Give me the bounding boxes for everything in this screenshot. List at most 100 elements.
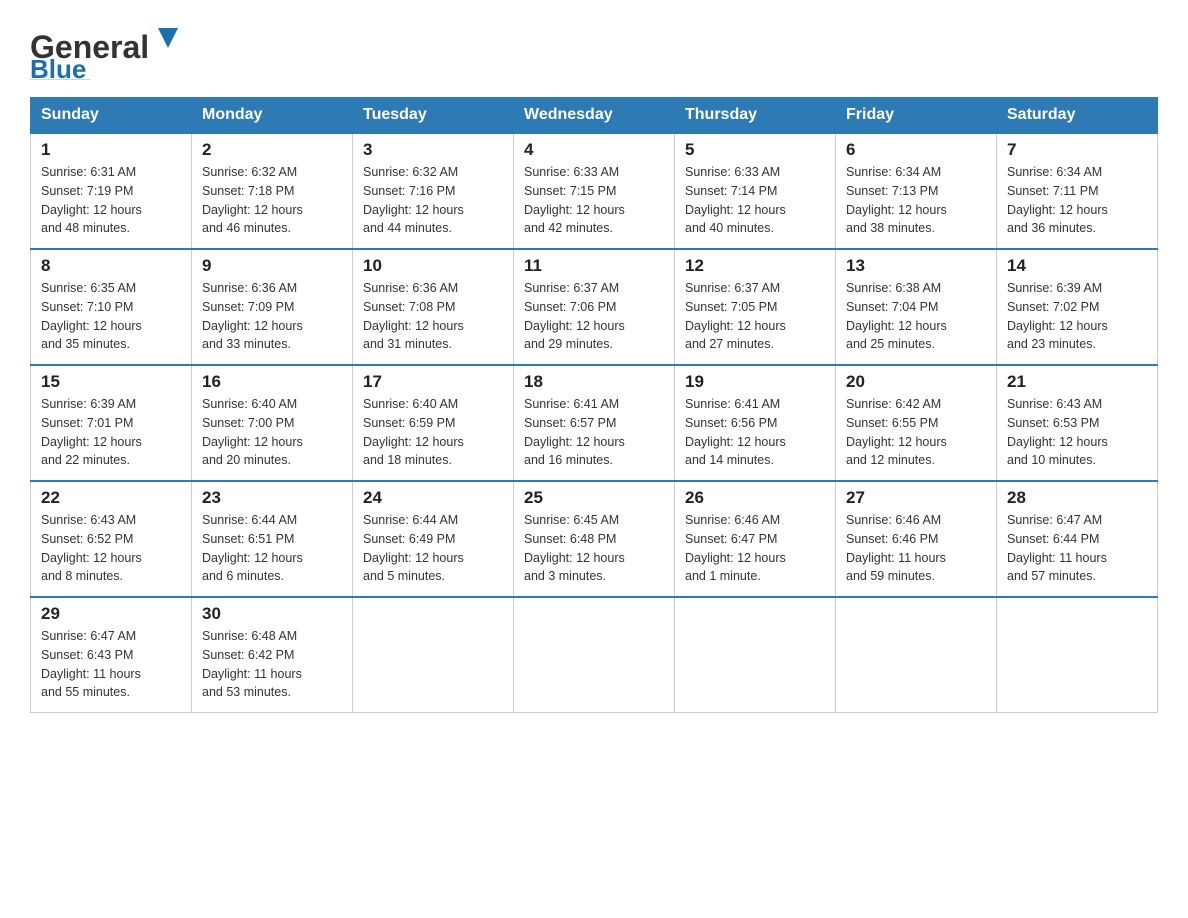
weekday-header-friday: Friday: [836, 98, 997, 134]
calendar-cell: 9 Sunrise: 6:36 AMSunset: 7:09 PMDaylight…: [192, 249, 353, 365]
calendar-cell: 11 Sunrise: 6:37 AMSunset: 7:06 PMDayligh…: [514, 249, 675, 365]
day-number: 29: [41, 604, 181, 624]
day-info: Sunrise: 6:35 AMSunset: 7:10 PMDaylight:…: [41, 279, 181, 354]
calendar-cell: 23 Sunrise: 6:44 AMSunset: 6:51 PMDayligh…: [192, 481, 353, 597]
day-info: Sunrise: 6:31 AMSunset: 7:19 PMDaylight:…: [41, 163, 181, 238]
calendar-cell: [675, 597, 836, 713]
calendar-cell: 8 Sunrise: 6:35 AMSunset: 7:10 PMDaylight…: [31, 249, 192, 365]
day-info: Sunrise: 6:40 AMSunset: 7:00 PMDaylight:…: [202, 395, 342, 470]
calendar-cell: 18 Sunrise: 6:41 AMSunset: 6:57 PMDayligh…: [514, 365, 675, 481]
logo: General Blue: [30, 20, 190, 87]
day-number: 11: [524, 256, 664, 276]
weekday-header-thursday: Thursday: [675, 98, 836, 134]
day-info: Sunrise: 6:40 AMSunset: 6:59 PMDaylight:…: [363, 395, 503, 470]
day-info: Sunrise: 6:37 AMSunset: 7:05 PMDaylight:…: [685, 279, 825, 354]
day-number: 19: [685, 372, 825, 392]
calendar-cell: 5 Sunrise: 6:33 AMSunset: 7:14 PMDaylight…: [675, 133, 836, 249]
day-number: 9: [202, 256, 342, 276]
svg-text:Blue: Blue: [30, 54, 86, 80]
day-info: Sunrise: 6:47 AMSunset: 6:44 PMDaylight:…: [1007, 511, 1147, 586]
day-info: Sunrise: 6:37 AMSunset: 7:06 PMDaylight:…: [524, 279, 664, 354]
calendar-cell: 21Sunrise: 6:43 AMSunset: 6:53 PMDayligh…: [997, 365, 1158, 481]
calendar-cell: [353, 597, 514, 713]
week-row-5: 29 Sunrise: 6:47 AMSunset: 6:43 PMDayligh…: [31, 597, 1158, 713]
day-info: Sunrise: 6:36 AMSunset: 7:08 PMDaylight:…: [363, 279, 503, 354]
calendar-cell: 26 Sunrise: 6:46 AMSunset: 6:47 PMDayligh…: [675, 481, 836, 597]
day-number: 8: [41, 256, 181, 276]
day-number: 5: [685, 140, 825, 160]
day-info: Sunrise: 6:44 AMSunset: 6:51 PMDaylight:…: [202, 511, 342, 586]
calendar-cell: 6 Sunrise: 6:34 AMSunset: 7:13 PMDaylight…: [836, 133, 997, 249]
calendar-cell: 13 Sunrise: 6:38 AMSunset: 7:04 PMDayligh…: [836, 249, 997, 365]
weekday-header-saturday: Saturday: [997, 98, 1158, 134]
week-row-3: 15Sunrise: 6:39 AMSunset: 7:01 PMDayligh…: [31, 365, 1158, 481]
day-info: Sunrise: 6:32 AMSunset: 7:18 PMDaylight:…: [202, 163, 342, 238]
day-number: 2: [202, 140, 342, 160]
day-number: 3: [363, 140, 503, 160]
calendar-cell: 10 Sunrise: 6:36 AMSunset: 7:08 PMDayligh…: [353, 249, 514, 365]
week-row-1: 1 Sunrise: 6:31 AMSunset: 7:19 PMDaylight…: [31, 133, 1158, 249]
weekday-header-row: SundayMondayTuesdayWednesdayThursdayFrid…: [31, 98, 1158, 134]
day-info: Sunrise: 6:32 AMSunset: 7:16 PMDaylight:…: [363, 163, 503, 238]
day-number: 10: [363, 256, 503, 276]
day-number: 16: [202, 372, 342, 392]
day-number: 30: [202, 604, 342, 624]
day-number: 25: [524, 488, 664, 508]
day-info: Sunrise: 6:48 AMSunset: 6:42 PMDaylight:…: [202, 627, 342, 702]
day-info: Sunrise: 6:34 AMSunset: 7:11 PMDaylight:…: [1007, 163, 1147, 238]
calendar-cell: 20Sunrise: 6:42 AMSunset: 6:55 PMDayligh…: [836, 365, 997, 481]
calendar-cell: 3 Sunrise: 6:32 AMSunset: 7:16 PMDaylight…: [353, 133, 514, 249]
day-number: 17: [363, 372, 503, 392]
day-info: Sunrise: 6:33 AMSunset: 7:14 PMDaylight:…: [685, 163, 825, 238]
header: General Blue: [30, 20, 1158, 87]
calendar-cell: 29 Sunrise: 6:47 AMSunset: 6:43 PMDayligh…: [31, 597, 192, 713]
day-number: 28: [1007, 488, 1147, 508]
calendar-cell: 19 Sunrise: 6:41 AMSunset: 6:56 PMDayligh…: [675, 365, 836, 481]
day-info: Sunrise: 6:34 AMSunset: 7:13 PMDaylight:…: [846, 163, 986, 238]
day-number: 15: [41, 372, 181, 392]
day-number: 27: [846, 488, 986, 508]
day-number: 1: [41, 140, 181, 160]
day-number: 7: [1007, 140, 1147, 160]
calendar-cell: 1 Sunrise: 6:31 AMSunset: 7:19 PMDaylight…: [31, 133, 192, 249]
calendar-cell: [836, 597, 997, 713]
day-info: Sunrise: 6:36 AMSunset: 7:09 PMDaylight:…: [202, 279, 342, 354]
calendar-cell: 28 Sunrise: 6:47 AMSunset: 6:44 PMDayligh…: [997, 481, 1158, 597]
day-info: Sunrise: 6:38 AMSunset: 7:04 PMDaylight:…: [846, 279, 986, 354]
calendar-cell: 27 Sunrise: 6:46 AMSunset: 6:46 PMDayligh…: [836, 481, 997, 597]
day-number: 22: [41, 488, 181, 508]
calendar-cell: 15Sunrise: 6:39 AMSunset: 7:01 PMDayligh…: [31, 365, 192, 481]
day-number: 6: [846, 140, 986, 160]
day-number: 26: [685, 488, 825, 508]
calendar-cell: [997, 597, 1158, 713]
weekday-header-sunday: Sunday: [31, 98, 192, 134]
weekday-header-monday: Monday: [192, 98, 353, 134]
day-info: Sunrise: 6:41 AMSunset: 6:56 PMDaylight:…: [685, 395, 825, 470]
day-info: Sunrise: 6:44 AMSunset: 6:49 PMDaylight:…: [363, 511, 503, 586]
day-info: Sunrise: 6:46 AMSunset: 6:47 PMDaylight:…: [685, 511, 825, 586]
day-info: Sunrise: 6:46 AMSunset: 6:46 PMDaylight:…: [846, 511, 986, 586]
day-info: Sunrise: 6:33 AMSunset: 7:15 PMDaylight:…: [524, 163, 664, 238]
calendar-cell: 22Sunrise: 6:43 AMSunset: 6:52 PMDayligh…: [31, 481, 192, 597]
week-row-4: 22Sunrise: 6:43 AMSunset: 6:52 PMDayligh…: [31, 481, 1158, 597]
calendar-cell: 2 Sunrise: 6:32 AMSunset: 7:18 PMDaylight…: [192, 133, 353, 249]
day-info: Sunrise: 6:43 AMSunset: 6:53 PMDaylight:…: [1007, 395, 1147, 470]
day-number: 4: [524, 140, 664, 160]
day-info: Sunrise: 6:41 AMSunset: 6:57 PMDaylight:…: [524, 395, 664, 470]
day-info: Sunrise: 6:47 AMSunset: 6:43 PMDaylight:…: [41, 627, 181, 702]
day-number: 12: [685, 256, 825, 276]
day-number: 13: [846, 256, 986, 276]
week-row-2: 8 Sunrise: 6:35 AMSunset: 7:10 PMDaylight…: [31, 249, 1158, 365]
calendar-cell: 12 Sunrise: 6:37 AMSunset: 7:05 PMDayligh…: [675, 249, 836, 365]
weekday-header-wednesday: Wednesday: [514, 98, 675, 134]
day-number: 18: [524, 372, 664, 392]
day-number: 23: [202, 488, 342, 508]
day-info: Sunrise: 6:45 AMSunset: 6:48 PMDaylight:…: [524, 511, 664, 586]
calendar-cell: 24 Sunrise: 6:44 AMSunset: 6:49 PMDayligh…: [353, 481, 514, 597]
day-number: 24: [363, 488, 503, 508]
calendar-cell: 30 Sunrise: 6:48 AMSunset: 6:42 PMDayligh…: [192, 597, 353, 713]
day-number: 14: [1007, 256, 1147, 276]
calendar-cell: 17 Sunrise: 6:40 AMSunset: 6:59 PMDayligh…: [353, 365, 514, 481]
logo-general-text: General Blue: [30, 20, 190, 87]
weekday-header-tuesday: Tuesday: [353, 98, 514, 134]
